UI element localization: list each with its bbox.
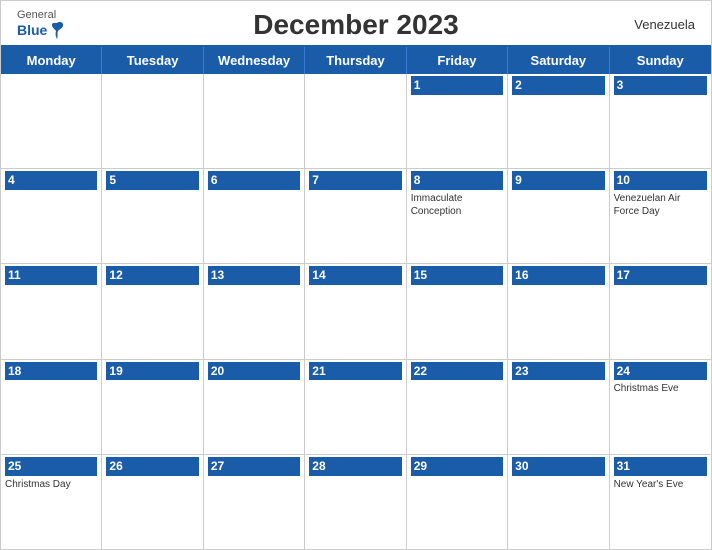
day-header-thursday: Thursday: [305, 47, 406, 74]
week-row-5: 25 Christmas Day 26 27 28 29 30 31 New Year's Ev…: [1, 455, 711, 549]
day-number: 22: [411, 362, 503, 381]
day-number: 20: [208, 362, 300, 381]
day-cell: [305, 74, 406, 168]
day-event: Venezuelan Air Force Day: [614, 192, 707, 218]
day-number: 24: [614, 362, 707, 381]
day-cell: [204, 74, 305, 168]
day-number: 6: [208, 171, 300, 190]
day-cell: 15: [407, 264, 508, 358]
day-cell: 17: [610, 264, 711, 358]
day-event: Immaculate Conception: [411, 192, 503, 218]
day-cell: 2: [508, 74, 609, 168]
day-number: 26: [106, 457, 198, 476]
calendar: General Blue December 2023 Venezuela Mon…: [0, 0, 712, 550]
day-number: 3: [614, 76, 707, 95]
day-cell: 13: [204, 264, 305, 358]
day-number: 4: [5, 171, 97, 190]
day-number: 9: [512, 171, 604, 190]
day-number: 8: [411, 171, 503, 190]
day-number: 28: [309, 457, 401, 476]
calendar-weeks: 12345678Immaculate Conception910Venezuel…: [1, 74, 711, 549]
day-cell: 9: [508, 169, 609, 263]
day-event: Christmas Day: [5, 478, 97, 491]
day-number: 16: [512, 266, 604, 285]
day-cell: 27: [204, 455, 305, 549]
day-number: 14: [309, 266, 401, 285]
day-cell: 1: [407, 74, 508, 168]
day-cell: 3: [610, 74, 711, 168]
day-number: 27: [208, 457, 300, 476]
logo-general: General: [17, 9, 56, 21]
day-number: 31: [614, 457, 707, 476]
day-number: 29: [411, 457, 503, 476]
day-event: New Year's Eve: [614, 478, 707, 491]
day-cell: 24Christmas Eve: [610, 360, 711, 454]
day-headers-row: MondayTuesdayWednesdayThursdayFridaySatu…: [1, 47, 711, 74]
country-label: Venezuela: [634, 17, 695, 32]
day-number: 13: [208, 266, 300, 285]
day-cell: 29: [407, 455, 508, 549]
day-number: 30: [512, 457, 604, 476]
day-number: 21: [309, 362, 401, 381]
day-event: Christmas Eve: [614, 382, 707, 395]
day-cell: 14: [305, 264, 406, 358]
day-number: 1: [411, 76, 503, 95]
day-cell: 4: [1, 169, 102, 263]
week-row-1: 123: [1, 74, 711, 169]
day-cell: 26: [102, 455, 203, 549]
day-header-friday: Friday: [407, 47, 508, 74]
day-cell: [102, 74, 203, 168]
day-number: 23: [512, 362, 604, 381]
day-header-tuesday: Tuesday: [102, 47, 203, 74]
day-number: 12: [106, 266, 198, 285]
day-number: 19: [106, 362, 198, 381]
day-header-sunday: Sunday: [610, 47, 711, 74]
logo: General Blue: [17, 9, 65, 41]
day-cell: 22: [407, 360, 508, 454]
logo-bird-icon: [49, 21, 65, 41]
day-cell: 30: [508, 455, 609, 549]
week-row-3: 11 12 13 14 15 16 17: [1, 264, 711, 359]
day-cell: 28: [305, 455, 406, 549]
calendar-grid: MondayTuesdayWednesdayThursdayFridaySatu…: [1, 45, 711, 549]
day-header-saturday: Saturday: [508, 47, 609, 74]
day-cell: 19: [102, 360, 203, 454]
day-cell: 20: [204, 360, 305, 454]
day-number: 7: [309, 171, 401, 190]
day-number: 17: [614, 266, 707, 285]
logo-blue: Blue: [17, 23, 47, 38]
day-header-wednesday: Wednesday: [204, 47, 305, 74]
day-cell: 5: [102, 169, 203, 263]
day-cell: [1, 74, 102, 168]
day-cell: 11: [1, 264, 102, 358]
day-cell: 6: [204, 169, 305, 263]
day-cell: 16: [508, 264, 609, 358]
day-number: 11: [5, 266, 97, 285]
day-cell: 21: [305, 360, 406, 454]
day-number: 15: [411, 266, 503, 285]
day-cell: 31 New Year's Eve: [610, 455, 711, 549]
day-number: 2: [512, 76, 604, 95]
calendar-header: General Blue December 2023 Venezuela: [1, 1, 711, 45]
day-cell: 10 Venezuelan Air Force Day: [610, 169, 711, 263]
week-row-4: 18 19 20 21 22 23 24Christmas Eve: [1, 360, 711, 455]
week-row-2: 45678 Immaculate Conception 9 10 Venezuelan …: [1, 169, 711, 264]
day-number: 10: [614, 171, 707, 190]
day-cell: 18: [1, 360, 102, 454]
month-title: December 2023: [253, 9, 458, 41]
day-number: 5: [106, 171, 198, 190]
day-cell: 7: [305, 169, 406, 263]
day-cell: 23: [508, 360, 609, 454]
day-cell: 25 Christmas Day: [1, 455, 102, 549]
day-cell: 8 Immaculate Conception: [407, 169, 508, 263]
day-number: 18: [5, 362, 97, 381]
day-cell: 12: [102, 264, 203, 358]
day-header-monday: Monday: [1, 47, 102, 74]
day-number: 25: [5, 457, 97, 476]
